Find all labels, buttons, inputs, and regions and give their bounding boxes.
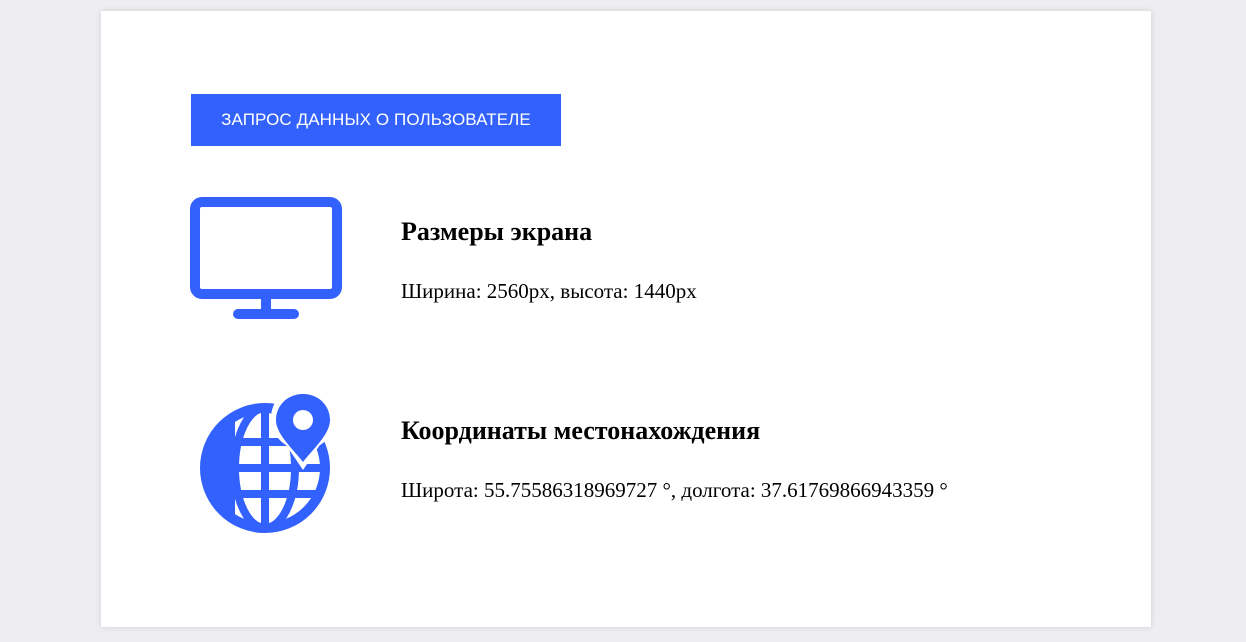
globe-location-icon [200, 386, 332, 533]
main-card: ЗАПРОС ДАННЫХ О ПОЛЬЗОВАТЕЛЕ Размеры экр… [101, 11, 1151, 627]
monitor-icon [190, 197, 342, 319]
request-user-data-button[interactable]: ЗАПРОС ДАННЫХ О ПОЛЬЗОВАТЕЛЕ [191, 94, 561, 146]
location-title: Координаты местонахождения [401, 416, 761, 445]
location-text: Широта: 55.75586318969727 °, долгота: 37… [401, 478, 948, 502]
screen-size-text: Ширина: 2560px, высота: 1440px [401, 279, 697, 303]
screen-size-title: Размеры экрана [401, 217, 593, 246]
